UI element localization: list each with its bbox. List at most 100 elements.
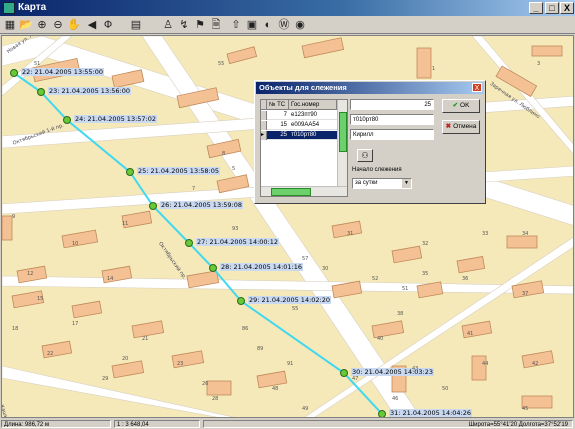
track-point-label: 22: 21.04.2005 13:55:00 [21,68,105,76]
plate-field[interactable]: т010рт80 [350,114,434,125]
house-number: 91 [287,361,294,367]
house-number: 1 [432,66,436,72]
house-number: 52 [372,276,379,282]
track-point[interactable] [237,297,245,305]
house-number: 15 [37,296,44,302]
ok-button[interactable]: ✔ OK [442,99,480,113]
house-number: 49 [302,406,309,412]
house-number: 55 [218,61,225,67]
minimize-button[interactable]: _ [529,2,543,14]
table-vertical-scrollbar[interactable] [337,100,347,186]
tracking-objects-dialog: Объекты для слежения X № ТС Гос.номер 7е… [254,80,486,204]
cancel-button[interactable]: ✖ Отмена [442,120,480,134]
zoom-out-icon[interactable]: ⊖ [50,17,66,33]
column-header-number[interactable]: № ТС [267,100,289,110]
house-number: 51 [402,286,409,292]
house-number: 17 [72,321,79,327]
scroll-thumb[interactable] [271,188,311,196]
house-number: 44 [482,361,489,367]
table-horizontal-scrollbar[interactable] [261,186,347,196]
house-number: 8 [222,151,226,157]
pan-hand-icon[interactable]: ✋ [66,17,82,33]
track-point[interactable] [149,202,157,210]
house-number: 89 [257,346,264,352]
house-number: 10 [72,241,79,247]
table-icon[interactable]: ▦ [2,17,18,33]
track-point[interactable] [340,369,348,377]
house-number: 36 [462,276,469,282]
track-point[interactable] [185,239,193,247]
house-number: 38 [397,311,404,317]
row-indicator [261,121,267,130]
chevron-down-icon[interactable]: ▼ [402,179,411,188]
house-number: 21 [142,336,149,342]
close-button[interactable]: X [560,2,574,14]
house-number: 43 [412,366,419,372]
track-point[interactable] [10,69,18,77]
export-icon[interactable]: ⇧ [228,17,244,33]
pin-icon[interactable]: ⚑ [192,17,208,33]
house-number: 48 [272,386,279,392]
house-number: 42 [532,361,539,367]
status-bar: Длина: 986,72 м 1 : 3 648,04 Широта=55°4… [0,419,575,429]
house-number: 55 [292,306,299,312]
table-row[interactable]: 15 е009АА54 [261,121,337,130]
zoom-in-icon[interactable]: ⊕ [34,17,50,33]
track-point[interactable] [126,168,134,176]
palette-icon[interactable]: ◐ [260,17,276,33]
toolbar: ▦ 📂 ⊕ ⊖ ✋ ◀ Ф ▤ ♙ ↯ ⚑ 🗎 ⇧ ▣ ◐ Ⓦ ◉ [0,16,575,34]
app-icon [3,2,15,14]
track-point[interactable] [378,410,386,417]
cell-number: 25 [280,132,287,138]
track-point-label: 29: 21.04.2005 14:02:20 [248,296,332,304]
binoculars-icon: ⚇ [361,151,369,160]
vehicle-table[interactable]: № ТС Гос.номер 7 е123пт90 15 е009АА54 ▸ 25 т01… [260,99,348,197]
info-icon[interactable]: Ⓦ [276,17,292,33]
column-header-plate[interactable]: Гос.номер [289,100,337,110]
start-tracking-select[interactable]: за сутки ▼ [352,178,412,189]
dialog-title[interactable]: Объекты для слежения [256,82,484,94]
layers-icon[interactable]: ▤ [128,17,144,33]
track-point-label: 25: 21.04.2005 13:58:05 [137,167,221,175]
document-icon[interactable]: 🗎 [208,17,224,33]
house-number: 7 [192,186,196,192]
open-icon[interactable]: 📂 [18,17,34,33]
title-bar[interactable]: Карта _ □ X [0,0,575,16]
house-number: 46 [392,396,399,402]
track-point-label: 27: 21.04.2005 14:00:12 [196,238,280,246]
stop-icon[interactable]: Ф [100,17,116,33]
track-point[interactable] [209,264,217,272]
driver-name-field[interactable]: Кирилл [350,129,434,140]
track-icon[interactable]: ↯ [176,17,192,33]
house-number: 47 [352,376,359,382]
cell-plate: е123пт90 [291,112,318,118]
house-number: 93 [232,226,239,232]
grid-icon[interactable]: ▣ [244,17,260,33]
table-row[interactable]: 7 е123пт90 [261,111,337,120]
scroll-thumb[interactable] [339,112,347,152]
table-row[interactable]: ▸ 25 т010рт80 [261,131,337,140]
status-coordinates: Широта=55°41'20 Долгота=37°52'19 [203,420,573,428]
house-number: 35 [422,271,429,277]
house-number: 86 [242,326,249,332]
ok-label: OK [460,102,470,109]
house-number: 51 [34,61,41,67]
walker-icon[interactable]: ♙ [160,17,176,33]
start-tracking-label: Начало слежения [352,167,402,173]
house-number: 22 [47,351,54,357]
house-number: 28 [212,396,219,402]
track-point[interactable] [63,116,71,124]
row-indicator: ▸ [261,131,267,140]
maximize-button[interactable]: □ [545,2,559,14]
house-number: 26 [202,381,209,387]
track-point[interactable] [37,88,45,96]
target-icon[interactable]: ◉ [292,17,308,33]
dialog-close-button[interactable]: X [472,83,482,92]
track-point-label: 23: 21.04.2005 13:56:00 [48,87,132,95]
vehicle-number-field[interactable]: 25 [350,99,434,110]
find-binoculars-button[interactable]: ⚇ [357,149,373,162]
back-icon[interactable]: ◀ [84,17,100,33]
track-point-label: 24: 21.04.2005 13:57:02 [74,115,158,123]
cell-plate: т010рт80 [291,132,317,138]
row-indicator [261,111,267,120]
